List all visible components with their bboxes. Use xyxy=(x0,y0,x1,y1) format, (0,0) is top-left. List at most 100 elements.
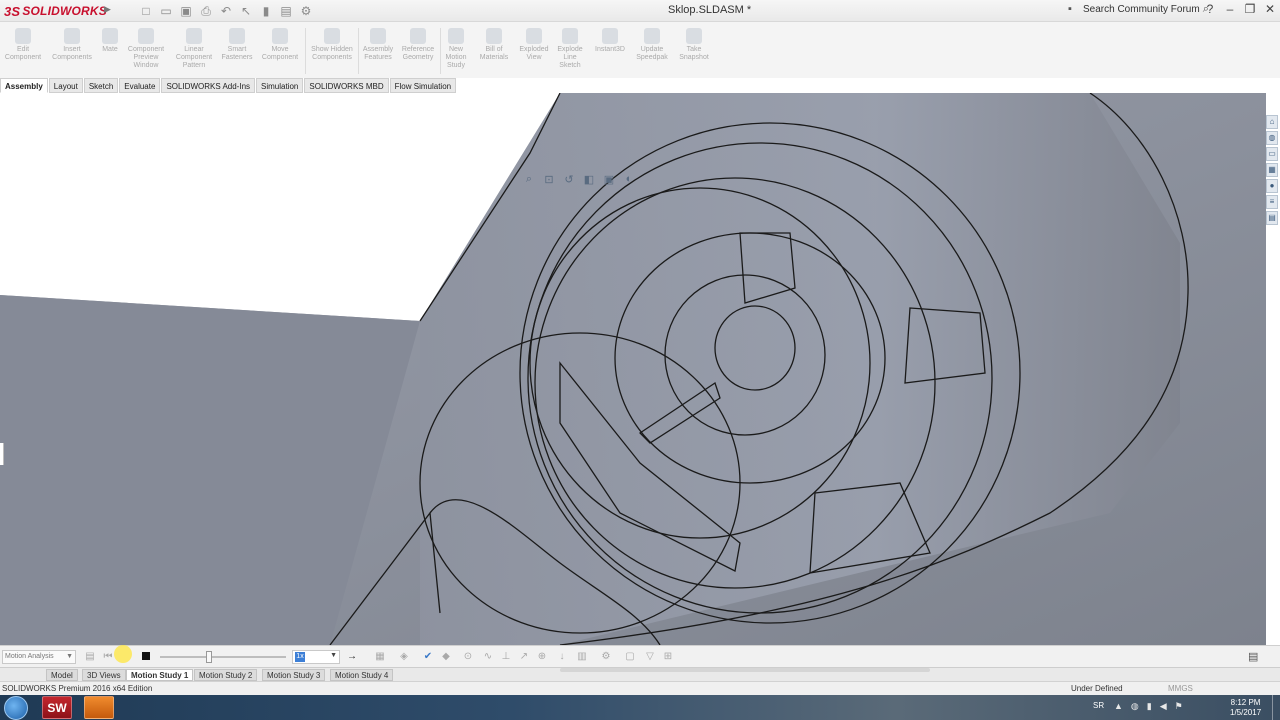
playback-speed-select[interactable]: 1x ▼ xyxy=(292,650,340,664)
calculate-icon[interactable]: ▤ xyxy=(84,651,96,663)
new-document-icon[interactable]: □ xyxy=(138,3,154,19)
new-motion-study-button[interactable]: New Motion Study xyxy=(442,28,470,70)
add-key-icon[interactable]: ◆ xyxy=(440,651,452,663)
graphics-area[interactable]: ⌕ ⊡ ↺ ◧ ▣ ◐ xyxy=(0,93,1266,645)
file-explorer-icon[interactable]: ▭ xyxy=(1266,147,1278,161)
appearances-icon[interactable]: ● xyxy=(1266,179,1278,193)
instant3d-button[interactable]: Instant3D xyxy=(590,28,630,54)
horizontal-scrollbar[interactable] xyxy=(560,668,930,672)
view-orientation-icon[interactable]: ▣ xyxy=(602,173,616,187)
previous-view-icon[interactable]: ↺ xyxy=(562,173,576,187)
tab-motion-study-4[interactable]: Motion Study 4 xyxy=(330,669,394,681)
tab-3d-views[interactable]: 3D Views xyxy=(82,669,126,681)
tab-layout[interactable]: Layout xyxy=(48,78,83,93)
stop-button[interactable] xyxy=(142,652,150,660)
animation-wizard-icon[interactable]: ◈ xyxy=(398,651,410,663)
flag-icon[interactable]: ⚑ xyxy=(1175,701,1183,712)
taskbar-solidworks[interactable]: SW xyxy=(42,696,72,719)
timeline-slider-thumb[interactable] xyxy=(206,651,212,663)
forum-icon[interactable]: ▤ xyxy=(1266,211,1278,225)
tab-sketch[interactable]: Sketch xyxy=(83,78,119,93)
volume-icon[interactable]: ◀ xyxy=(1160,701,1167,712)
tab-assembly[interactable]: Assembly xyxy=(0,78,48,93)
close-icon[interactable]: ✕ xyxy=(1264,2,1276,16)
view-palette-icon[interactable]: ▦ xyxy=(1266,163,1278,177)
tab-solidworks-addins[interactable]: SOLIDWORKS Add-Ins xyxy=(161,78,256,93)
language-indicator[interactable]: SR xyxy=(1093,701,1104,710)
solidworks-resources-icon[interactable]: ⌂ xyxy=(1266,115,1278,129)
motor-icon[interactable]: ⊙ xyxy=(462,651,474,663)
collapse-icon[interactable]: ▢ xyxy=(624,651,636,663)
restore-icon[interactable]: ❐ xyxy=(1244,2,1256,16)
zoom-timeline-icon[interactable]: ⊞ xyxy=(662,651,674,663)
taskbar-clock[interactable]: 8:12 PM 1/5/2017 xyxy=(1230,698,1261,718)
tab-motion-study-3[interactable]: Motion Study 3 xyxy=(262,669,326,681)
mate-button[interactable]: Mate xyxy=(98,28,122,54)
undo-icon[interactable]: ↶ xyxy=(218,3,234,19)
save-animation-icon[interactable]: ▦ xyxy=(374,651,386,663)
bill-of-materials-button[interactable]: Bill of Materials xyxy=(474,28,514,62)
select-arrow-icon[interactable]: ↖ xyxy=(238,3,254,19)
search-community-forum[interactable]: ▪ Search Community Forum ⌕ xyxy=(1068,3,1215,15)
contact-icon[interactable]: ⊕ xyxy=(536,651,548,663)
damper-icon[interactable]: ⊥ xyxy=(500,651,512,663)
open-folder-icon[interactable]: ▭ xyxy=(158,3,174,19)
study-type-select[interactable]: Motion Analysis ▼ xyxy=(2,650,76,664)
solidworks-logo[interactable]: 3S SOLIDWORKS xyxy=(4,2,107,20)
reference-geometry-button[interactable]: Reference Geometry xyxy=(398,28,438,62)
search-input[interactable]: Search Community Forum xyxy=(1083,4,1200,15)
linear-component-pattern-button[interactable]: Linear Component Pattern xyxy=(172,28,216,70)
motion-manager-layout-icon[interactable]: ▤ xyxy=(1248,650,1260,663)
assembly-features-button[interactable]: Assembly Features xyxy=(360,28,396,62)
autokey-icon[interactable]: ✔ xyxy=(422,651,434,663)
tab-simulation[interactable]: Simulation xyxy=(256,78,304,93)
tab-model[interactable]: Model xyxy=(46,669,78,681)
custom-properties-icon[interactable]: ≡ xyxy=(1266,195,1278,209)
design-library-icon[interactable]: ◍ xyxy=(1266,131,1278,145)
motion-study-properties-icon[interactable]: ⚙ xyxy=(600,651,612,663)
tray-expand-icon[interactable]: ▲ xyxy=(1114,701,1123,712)
tray-app-icon[interactable]: ◍ xyxy=(1131,701,1139,712)
zoom-to-area-icon[interactable]: ⊡ xyxy=(542,173,556,187)
results-plots-icon[interactable]: ▥ xyxy=(576,651,588,663)
exploded-view-button[interactable]: Exploded View xyxy=(514,28,554,62)
timeline-slider-track[interactable] xyxy=(160,656,286,658)
save-icon[interactable]: ▣ xyxy=(178,3,194,19)
edit-component-button[interactable]: Edit Component xyxy=(2,28,44,62)
playback-mode-icon[interactable]: → xyxy=(346,651,358,663)
filter-icon[interactable]: ▽ xyxy=(644,651,656,663)
display-style-icon[interactable]: ◐ xyxy=(622,173,636,187)
component-preview-window-button[interactable]: Component Preview Window xyxy=(124,28,168,70)
rebuild-icon[interactable]: ▮ xyxy=(258,3,274,19)
insert-components-button[interactable]: Insert Components xyxy=(50,28,94,62)
taskbar-app-orange[interactable] xyxy=(84,696,114,719)
tab-motion-study-1[interactable]: Motion Study 1 xyxy=(126,669,194,681)
update-speedpak-button[interactable]: Update Speedpak xyxy=(632,28,672,62)
menu-expand-icon[interactable]: ▶ xyxy=(104,4,114,18)
gravity-icon[interactable]: ↓ xyxy=(556,651,568,663)
tab-flow-simulation[interactable]: Flow Simulation xyxy=(389,78,457,93)
file-properties-icon[interactable]: ▤ xyxy=(278,3,294,19)
tab-motion-study-2[interactable]: Motion Study 2 xyxy=(194,669,258,681)
explode-line-sketch-button[interactable]: Explode Line Sketch xyxy=(554,28,586,70)
zoom-to-fit-icon[interactable]: ⌕ xyxy=(522,173,536,187)
force-icon[interactable]: ↗ xyxy=(518,651,530,663)
show-desktop-button[interactable] xyxy=(1272,695,1280,720)
help-icon[interactable]: ? xyxy=(1204,2,1216,16)
spring-icon[interactable]: ∿ xyxy=(482,651,494,663)
section-view-icon[interactable]: ◧ xyxy=(582,173,596,187)
move-component-button[interactable]: Move Component xyxy=(258,28,302,62)
show-hidden-components-button[interactable]: Show Hidden Components xyxy=(308,28,356,62)
take-snapshot-button[interactable]: Take Snapshot xyxy=(674,28,714,62)
start-button[interactable] xyxy=(4,696,28,720)
print-icon[interactable]: ⎙ xyxy=(198,3,214,19)
tab-solidworks-mbd[interactable]: SOLIDWORKS MBD xyxy=(304,78,389,93)
sidebar-collapse-handle[interactable] xyxy=(0,443,4,465)
options-gear-icon[interactable]: ⚙ xyxy=(298,3,314,19)
minimize-icon[interactable]: – xyxy=(1224,2,1236,16)
play-from-start-icon[interactable]: ⏮ xyxy=(102,651,114,663)
tab-evaluate[interactable]: Evaluate xyxy=(119,78,161,93)
units-selector[interactable]: MMGS xyxy=(1168,684,1193,693)
network-icon[interactable]: ▮ xyxy=(1147,701,1152,712)
smart-fasteners-button[interactable]: Smart Fasteners xyxy=(218,28,256,62)
